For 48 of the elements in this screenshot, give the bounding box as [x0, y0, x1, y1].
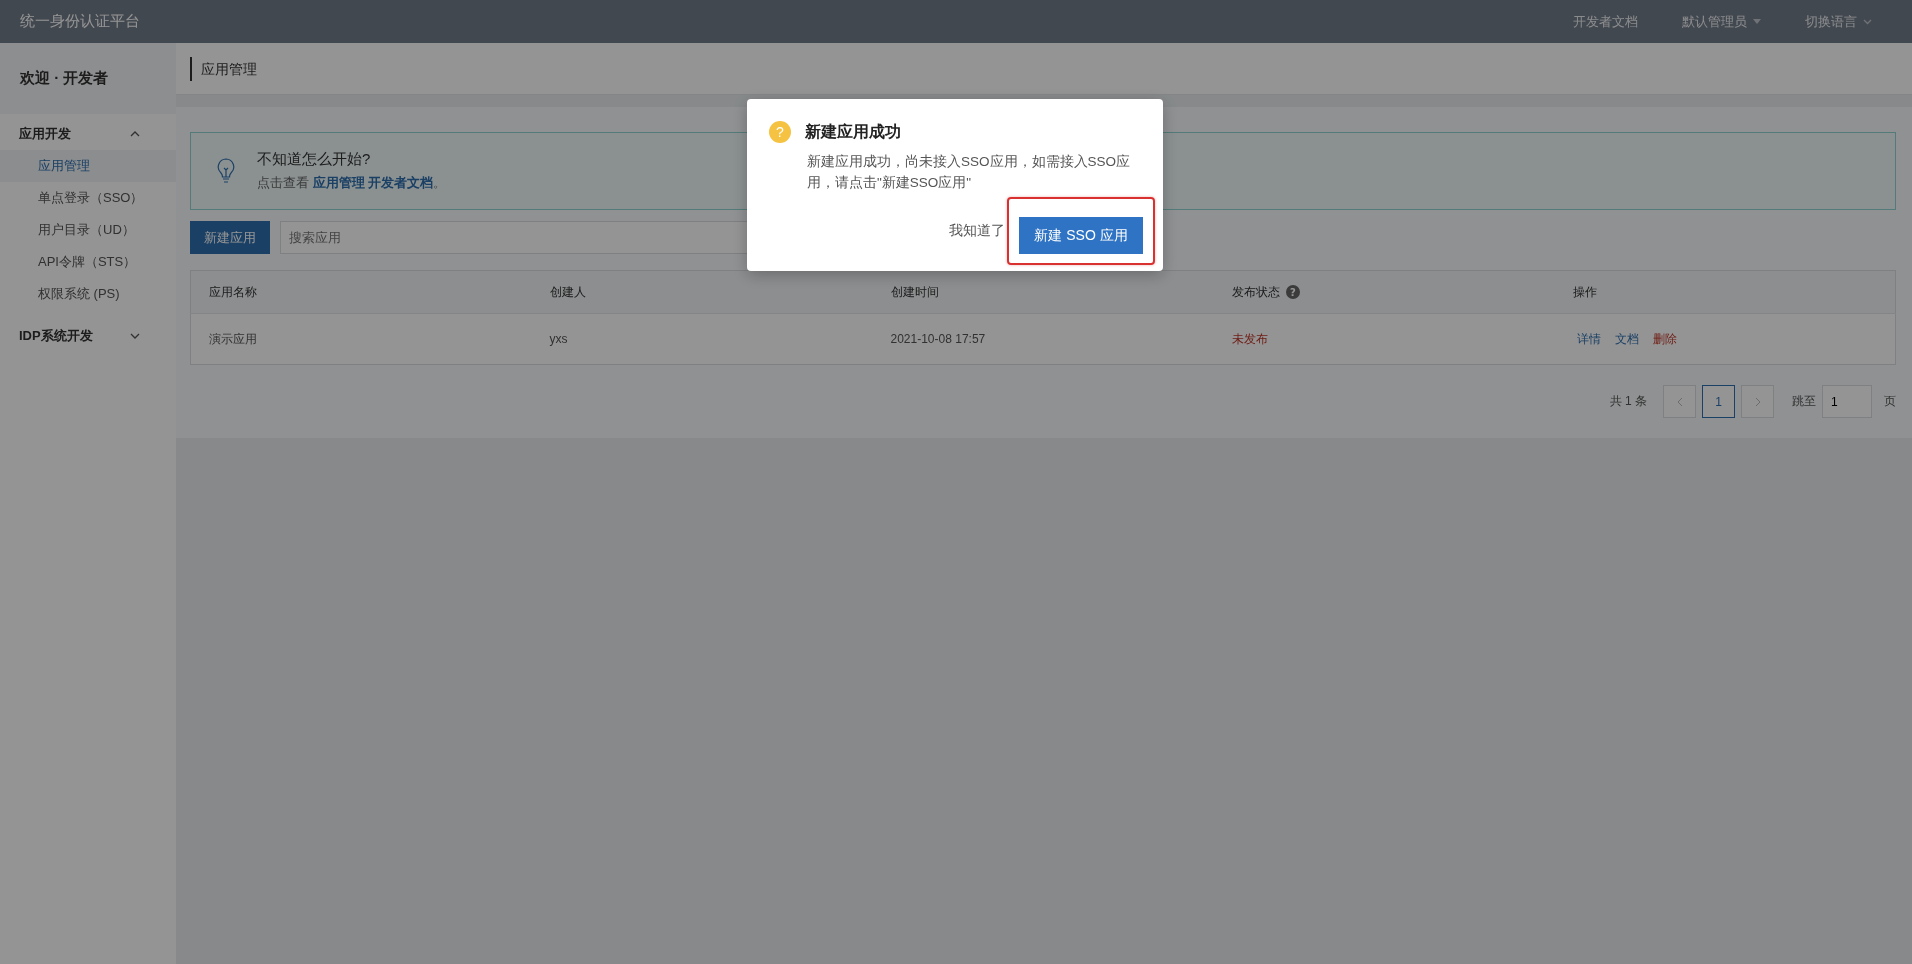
table-cell: yxs [549, 332, 568, 346]
page-button[interactable]: 1 [1702, 385, 1735, 418]
tip-title: 不知道怎么开始? [257, 150, 372, 169]
status-text: 未发布 [1231, 331, 1268, 346]
chevron-down-icon [130, 333, 140, 339]
chevron-icon [1863, 18, 1872, 25]
dialog-title: 新建应用成功 [805, 121, 901, 142]
action-link[interactable]: 详情 [1576, 330, 1601, 348]
sidebar-item[interactable]: 权限系统 (PS) [0, 278, 176, 310]
sidebar-item[interactable]: 单点登录（SSO） [0, 182, 176, 214]
page-input[interactable]: 1 [1822, 385, 1872, 418]
prev-page-button[interactable] [1663, 385, 1696, 418]
chevron-left-icon [1676, 396, 1683, 407]
column-header: 创建时间 [890, 283, 939, 301]
welcome-text: 欢迎 · 开发者 [0, 43, 176, 114]
table-cell: 演示应用 [209, 331, 257, 346]
nav-link[interactable]: 默认管理员 [1682, 12, 1761, 31]
next-page-button[interactable] [1741, 385, 1774, 418]
jump-label: 跳至 [1792, 393, 1816, 410]
docs-link[interactable]: 应用管理 开发者文档 [312, 175, 434, 190]
sidebar-item[interactable]: API令牌（STS） [0, 246, 176, 278]
app-title: 统一身份认证平台 [20, 12, 141, 31]
caret-icon [1753, 19, 1761, 24]
column-header: 发布状态 ? [1231, 283, 1300, 301]
new-app-button[interactable]: 新建应用 [190, 221, 270, 254]
sidebar-item[interactable]: 用户目录（UD） [0, 214, 176, 246]
page-title: 应用管理 [190, 56, 257, 81]
action-link[interactable]: 删除 [1652, 330, 1677, 348]
chevron-up-icon [130, 131, 140, 137]
page-suffix: 页 [1884, 393, 1896, 410]
sidebar-item[interactable]: 应用管理 [0, 150, 176, 182]
action-link[interactable]: 文档 [1614, 330, 1639, 348]
create-sso-button[interactable]: 新建 SSO 应用 [1019, 217, 1143, 254]
column-header: 创建人 [549, 283, 586, 301]
nav-link[interactable]: 开发者文档 [1573, 12, 1638, 31]
menu-group[interactable]: IDP系统开发 [0, 320, 176, 352]
tip-text: 点击查看 应用管理 开发者文档。 [257, 174, 447, 192]
total-count: 共 1 条 [1609, 393, 1647, 410]
column-header: 操作 [1572, 283, 1597, 301]
table-cell: 2021-10-08 17:57 [890, 332, 986, 346]
help-icon: ? [1285, 285, 1300, 299]
chevron-right-icon [1754, 396, 1761, 407]
dialog-message: 新建应用成功，尚未接入SSO应用，如需接入SSO应用，请点击"新建SSO应用" [807, 153, 1132, 192]
nav-link[interactable]: 切换语言 [1805, 12, 1872, 31]
menu-group[interactable]: 应用开发 [0, 118, 176, 150]
question-icon: ? [769, 121, 791, 143]
lightbulb-icon [217, 158, 235, 184]
column-header: 应用名称 [209, 283, 257, 301]
